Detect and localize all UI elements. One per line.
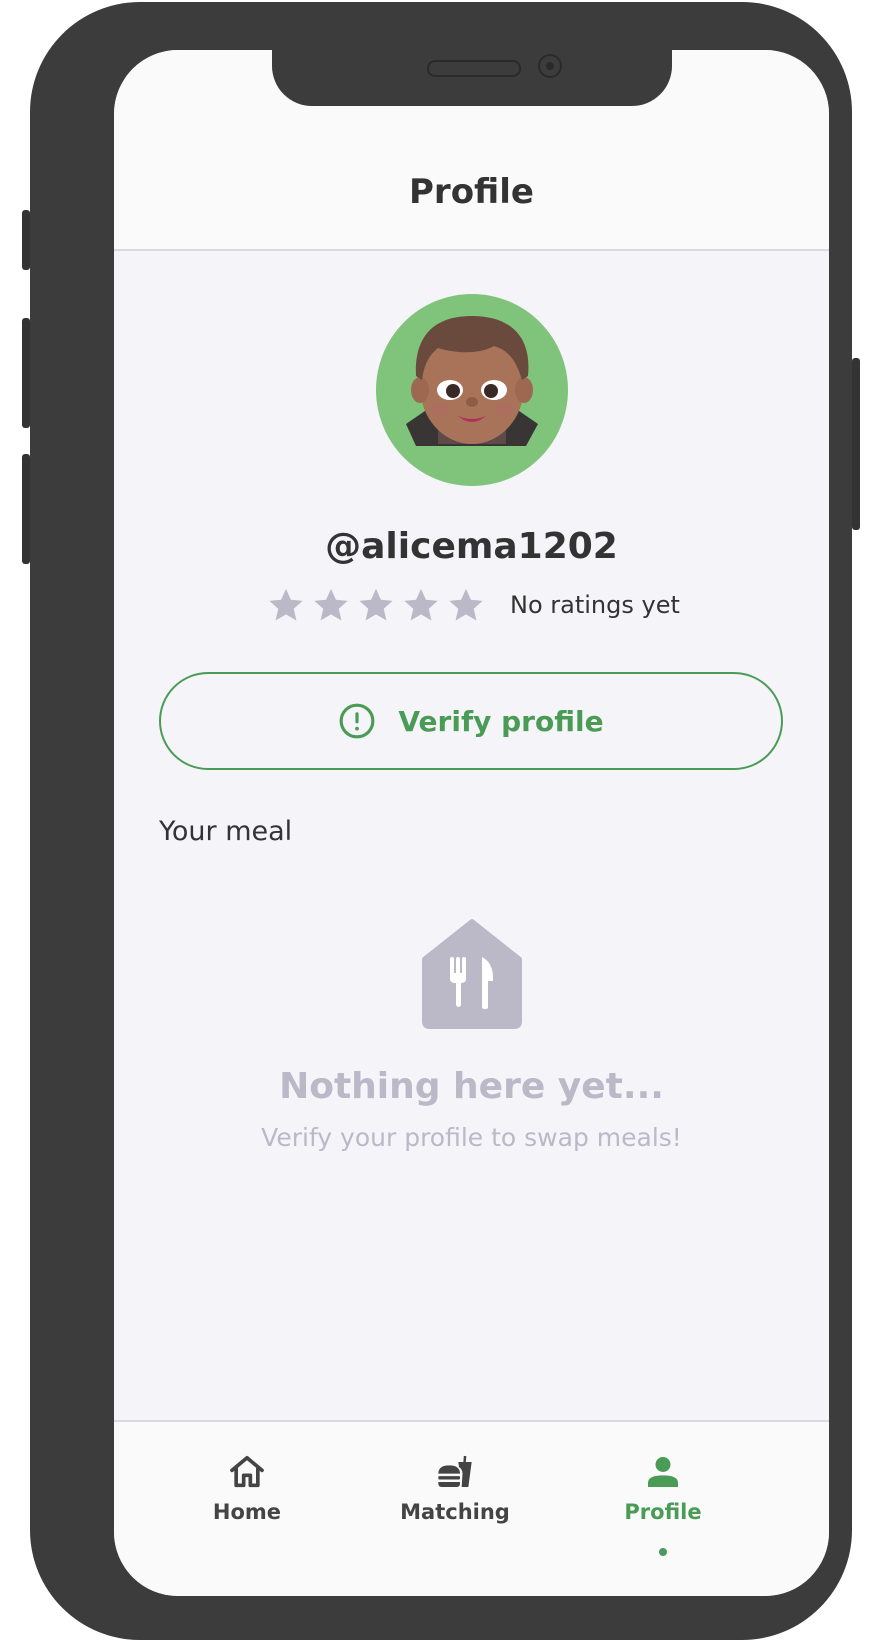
star-empty-icon — [404, 588, 438, 621]
star-empty-icon — [314, 588, 348, 621]
device-notch — [272, 50, 672, 106]
tab-home[interactable]: Home — [147, 1452, 347, 1524]
tab-matching[interactable]: Matching — [355, 1452, 555, 1524]
speaker-grille — [427, 60, 521, 77]
star-empty-icon — [269, 588, 303, 621]
power-button — [852, 358, 860, 530]
volume-down-button — [22, 454, 30, 564]
rating-text: No ratings yet — [510, 591, 680, 619]
verify-profile-button[interactable]: Verify profile — [159, 672, 783, 770]
home-icon — [230, 1456, 264, 1488]
alert-circle-icon — [340, 703, 375, 739]
avatar[interactable] — [376, 294, 568, 486]
active-tab-indicator — [659, 1548, 667, 1556]
username: @alicema1202 — [325, 526, 618, 567]
verify-profile-label: Verify profile — [398, 704, 604, 738]
your-meal-heading: Your meal — [159, 816, 293, 847]
front-camera — [538, 54, 562, 78]
fastfood-icon — [438, 1455, 472, 1487]
mute-switch — [22, 210, 30, 270]
phone-frame: Profile @alicema1202 No ratings yet Veri… — [22, 2, 860, 1640]
page-title: Profile — [409, 172, 534, 212]
tab-home-label: Home — [212, 1500, 282, 1524]
star-empty-icon — [359, 588, 393, 621]
volume-up-button — [22, 318, 30, 428]
person-icon — [648, 1457, 678, 1487]
restaurant-icon — [422, 919, 522, 1029]
empty-state-title: Nothing here yet... — [279, 1066, 664, 1107]
tab-profile[interactable]: Profile — [563, 1452, 763, 1556]
bottom-tab-bar: Home Matching Profile — [114, 1420, 829, 1596]
avatar-emoji-icon — [406, 316, 538, 446]
app-screen: Profile @alicema1202 No ratings yet Veri… — [114, 50, 829, 1596]
tab-matching-label: Matching — [400, 1500, 510, 1524]
star-empty-icon — [449, 588, 483, 621]
rating-row: No ratings yet — [267, 585, 680, 625]
tab-profile-label: Profile — [624, 1500, 702, 1524]
empty-state-subtitle: Verify your profile to swap meals! — [261, 1123, 682, 1152]
